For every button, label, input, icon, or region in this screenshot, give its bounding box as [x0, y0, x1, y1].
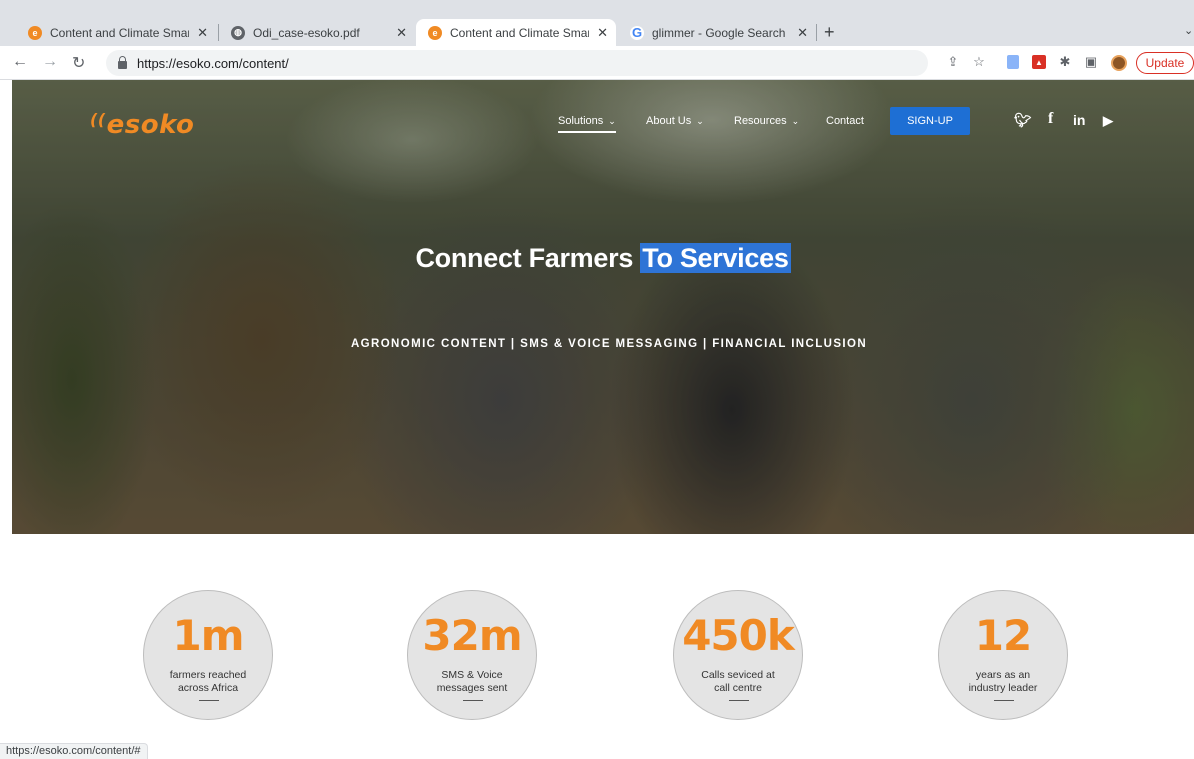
chevron-down-icon: ⌄ [791, 116, 800, 126]
stat-label-line: Calls seviced at [701, 669, 775, 681]
tab-strip: e Content and Climate Smart Agr ✕ ◍ Odi_… [0, 0, 1194, 46]
stat-divider [994, 700, 1014, 701]
bookmark-star-icon[interactable]: ☆ [971, 54, 987, 70]
twitter-icon[interactable]: 🐦︎ [1014, 112, 1032, 129]
tab-google-search[interactable]: G glimmer - Google Search ✕ [618, 19, 816, 46]
tab-title: Odi_case-esoko.pdf [253, 25, 360, 40]
nav-solutions[interactable]: Solutions ⌄ [558, 115, 616, 133]
reload-icon[interactable]: ↻ [72, 53, 85, 73]
nav-label: About Us [646, 115, 692, 127]
tab-content-climate-active[interactable]: e Content and Climate Smart Agr ✕ [416, 19, 616, 46]
esoko-logo[interactable]: ((esoko [90, 110, 194, 140]
browser-window: e Content and Climate Smart Agr ✕ ◍ Odi_… [0, 0, 1194, 759]
tab-title: Content and Climate Smart Agr [50, 25, 189, 40]
nav-label: Solutions [558, 115, 604, 127]
stat-label-line: farmers reached [169, 669, 247, 681]
signup-button[interactable]: SIGN-UP [890, 107, 970, 135]
chevron-down-icon: ⌄ [608, 116, 616, 126]
stat-label-line: SMS & Voice [441, 669, 503, 681]
link-status-bar: https://esoko.com/content/# [0, 743, 148, 759]
facebook-icon[interactable]: f [1048, 110, 1053, 128]
globe-icon: ◍ [231, 25, 245, 40]
hero-title: Connect Farmers To Services [12, 243, 1194, 274]
stat-divider [463, 700, 483, 701]
stat-label: farmers reached across Africa [144, 669, 272, 695]
profile-avatar[interactable] [1111, 55, 1127, 71]
forward-icon[interactable]: → [42, 53, 58, 71]
tab-title: Content and Climate Smart Agr [450, 25, 589, 40]
nav-label: Contact [826, 115, 864, 127]
close-icon[interactable]: ✕ [597, 25, 608, 41]
esoko-favicon: e [428, 25, 442, 40]
stat-value: 450k [682, 611, 795, 660]
side-panel-icon[interactable]: ▣ [1083, 54, 1099, 70]
nav-label: Resources [734, 115, 787, 127]
stat-label-line: messages sent [436, 682, 508, 694]
close-icon[interactable]: ✕ [396, 25, 407, 41]
stat-value: 12 [974, 611, 1032, 660]
stat-value: 1m [172, 611, 245, 660]
signal-waves-icon: (( [90, 110, 106, 129]
logo-text: esoko [106, 110, 195, 140]
chevron-down-icon: ⌄ [696, 116, 704, 126]
google-icon: G [630, 25, 644, 40]
linkedin-icon[interactable]: in [1073, 112, 1085, 128]
hero-content: ((esoko Solutions ⌄ About Us ⌄ Resources ⌄ … [12, 80, 1194, 534]
stat-label: years as an industry leader [939, 669, 1067, 695]
stat-messages-sent: 32m SMS & Voice messages sent [407, 590, 537, 720]
stat-label-line: years as an [975, 669, 1031, 681]
stat-label: Calls seviced at call centre [674, 669, 802, 695]
stat-divider [199, 700, 219, 701]
esoko-favicon: e [28, 25, 42, 40]
stat-divider [729, 700, 749, 701]
nav-resources[interactable]: Resources ⌄ [734, 115, 799, 127]
new-tab-button[interactable]: + [824, 22, 835, 43]
youtube-icon[interactable]: ▶ [1103, 113, 1113, 129]
url-text[interactable]: https://esoko.com/content/ [137, 56, 289, 71]
nav-contact[interactable]: Contact [826, 115, 864, 127]
stat-label-line: call centre [714, 682, 762, 694]
close-icon[interactable]: ✕ [797, 25, 808, 41]
stat-label: SMS & Voice messages sent [408, 669, 536, 695]
stat-value: 32m [422, 611, 522, 660]
extensions-puzzle-icon[interactable]: ✱ [1057, 54, 1073, 70]
docs-extension-icon[interactable] [1007, 55, 1019, 69]
hero-title-plain: Connect Farmers [415, 243, 641, 273]
tab-separator [816, 24, 817, 41]
tab-search-icon[interactable]: ⌄ [1184, 24, 1193, 37]
tab-title: glimmer - Google Search [652, 25, 786, 40]
stat-years-leader: 12 years as an industry leader [938, 590, 1068, 720]
hero-title-highlight: To Services [640, 243, 791, 273]
nav-about-us[interactable]: About Us ⌄ [646, 115, 704, 127]
address-bar[interactable]: https://esoko.com/content/ [106, 50, 928, 76]
tab-content-climate-1[interactable]: e Content and Climate Smart Agr ✕ [16, 19, 216, 46]
update-button[interactable]: Update [1136, 52, 1194, 74]
pdf-extension-icon[interactable]: ▲ [1032, 55, 1046, 69]
hero-banner: ((esoko Solutions ⌄ About Us ⌄ Resources ⌄ … [12, 80, 1194, 534]
share-icon[interactable]: ⇪ [945, 54, 961, 70]
stat-farmers-reached: 1m farmers reached across Africa [143, 590, 273, 720]
tab-odi-pdf[interactable]: ◍ Odi_case-esoko.pdf ✕ [219, 19, 415, 46]
hero-subtitle: AGRONOMIC CONTENT | SMS & VOICE MESSAGIN… [350, 338, 868, 350]
stat-calls-serviced: 450k Calls seviced at call centre [673, 590, 803, 720]
close-icon[interactable]: ✕ [197, 25, 208, 41]
browser-toolbar: ← → ↻ https://esoko.com/content/ ⇪ ☆ ▲ ✱… [0, 46, 1194, 80]
back-icon[interactable]: ← [12, 53, 28, 71]
stat-label-line: across Africa [177, 682, 239, 694]
lock-icon [118, 55, 127, 69]
stat-label-line: industry leader [968, 682, 1038, 694]
